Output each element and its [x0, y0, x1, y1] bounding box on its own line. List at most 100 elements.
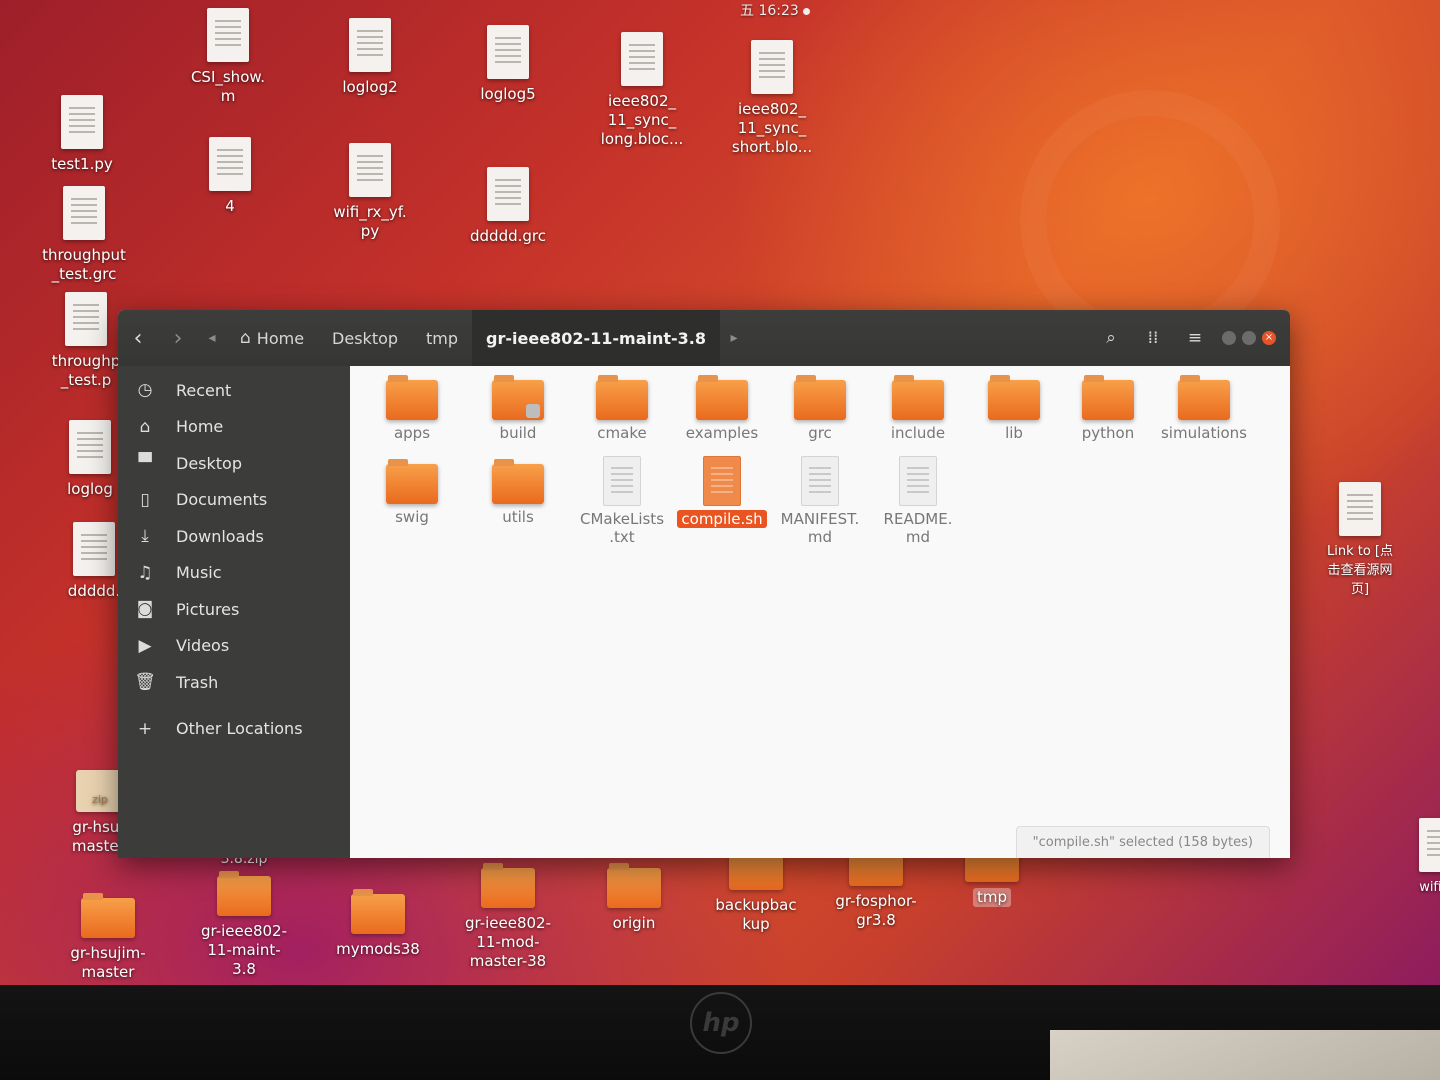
document-icon: [487, 25, 529, 79]
file-item-swig[interactable]: swig: [362, 459, 462, 526]
desktop-icon-sync-long[interactable]: ieee802_ 11_sync_ long.bloc...: [582, 32, 702, 149]
folder-icon: [386, 375, 438, 420]
document-icon: [349, 18, 391, 72]
document-icon: [73, 522, 115, 576]
text-file-icon: [899, 456, 937, 506]
desktop-icon-csi-show[interactable]: CSI_show. m: [168, 8, 288, 106]
file-item-grc[interactable]: grc: [770, 375, 870, 442]
desktop-icon-ddddd-grc[interactable]: ddddd.grc: [448, 167, 568, 246]
file-item-readme[interactable]: README. md: [868, 456, 968, 546]
home-icon: ⌂: [139, 416, 151, 437]
file-item-compile-sh[interactable]: compile.sh: [672, 456, 772, 528]
desktop-icon-loglog5[interactable]: loglog5: [448, 25, 568, 104]
file-view[interactable]: apps build cmake examples grc include li…: [350, 366, 1290, 858]
topbar-clock[interactable]: 五 16:23: [740, 0, 810, 20]
file-item-cmake[interactable]: cmake: [572, 375, 672, 442]
desktop-folder-backupbackup[interactable]: backupbac kup: [696, 845, 816, 934]
folder-icon: [217, 871, 271, 916]
close-button[interactable]: ×: [1262, 331, 1276, 345]
plus-icon: +: [137, 718, 153, 739]
search-button[interactable]: ⌕: [1090, 328, 1132, 348]
file-item-examples[interactable]: examples: [672, 375, 772, 442]
sidebar-item-other-locations[interactable]: + Other Locations: [118, 711, 350, 748]
breadcrumb-current[interactable]: gr-ieee802-11-maint-3.8: [472, 310, 720, 366]
binary-file-icon: [209, 137, 251, 191]
hamburger-icon: ≡: [1187, 328, 1203, 348]
trash-icon: 🗑: [134, 672, 156, 693]
desktop-folder-gr-ieee802-mod[interactable]: gr-ieee802- 11-mod-master-38: [448, 863, 568, 971]
desktop-icon-throughput-grc[interactable]: throughput _test.grc: [24, 186, 144, 284]
file-item-cmakelists[interactable]: CMakeLists .txt: [572, 456, 672, 546]
desktop-folder-icon: ▀: [138, 453, 152, 474]
folder-icon: [481, 863, 535, 908]
desktop-icon-link[interactable]: Link to [点 击查看源网 页]: [1300, 482, 1420, 599]
sidebar-item-music[interactable]: ♫ Music: [118, 555, 350, 592]
sidebar-item-desktop[interactable]: ▀ Desktop: [118, 445, 350, 482]
document-icon: [207, 8, 249, 62]
desktop-folder-gr-hsujim-master[interactable]: gr-hsujim-master: [48, 893, 168, 982]
search-icon: ⌕: [1106, 328, 1116, 348]
file-item-include[interactable]: include: [868, 375, 968, 442]
file-item-lib[interactable]: lib: [964, 375, 1064, 442]
file-item-manifest[interactable]: MANIFEST. md: [770, 456, 870, 546]
desktop-icon-4[interactable]: 4: [170, 137, 290, 216]
desktop-folder-gr-ieee802-maint[interactable]: gr-ieee802- 11-maint- 3.8: [184, 871, 304, 979]
file-item-simulations[interactable]: simulations: [1144, 375, 1264, 442]
document-icon: [1419, 818, 1440, 872]
document-icon: [621, 32, 663, 86]
zip-archive-icon: zip: [76, 770, 124, 812]
desktop-folder-gr-fosphor[interactable]: gr-fosphor-gr3.8: [816, 841, 936, 930]
download-icon: ⤓: [141, 526, 149, 547]
file-item-python[interactable]: python: [1058, 375, 1158, 442]
document-icon: [69, 420, 111, 474]
sidebar-item-videos[interactable]: ▶ Videos: [118, 628, 350, 665]
chevron-left-icon: ‹: [133, 325, 143, 351]
desk-surface: [1050, 1030, 1440, 1080]
text-file-icon: [801, 456, 839, 506]
minimize-button[interactable]: [1222, 331, 1236, 345]
folder-icon: [351, 889, 405, 934]
desktop-icon-test1[interactable]: test1.py: [22, 95, 142, 174]
folder-icon: [81, 893, 135, 938]
breadcrumb-desktop[interactable]: Desktop: [318, 310, 412, 366]
desktop-icon-wifi-rx-yf[interactable]: wifi_rx_yf. py: [310, 143, 430, 241]
desktop-folder-origin[interactable]: origin: [574, 863, 694, 933]
sidebar-item-trash[interactable]: 🗑 Trash: [118, 664, 350, 701]
forward-button[interactable]: ›: [158, 310, 198, 366]
desktop-icon-sync-short[interactable]: ieee802_ 11_sync_ short.blo...: [712, 40, 832, 157]
path-scroll-left[interactable]: ◂: [198, 310, 226, 366]
maximize-button[interactable]: [1242, 331, 1256, 345]
desktop-folder-mymods38[interactable]: mymods38: [318, 889, 438, 959]
document-icon: [751, 40, 793, 94]
desktop-icon-wifi-rx[interactable]: wifi_rx: [1380, 818, 1440, 897]
sidebar-item-pictures[interactable]: ◙ Pictures: [118, 591, 350, 628]
document-icon: [61, 95, 103, 149]
folder-icon: [696, 375, 748, 420]
camera-icon: ◙: [136, 599, 154, 620]
back-button[interactable]: ‹: [118, 310, 158, 366]
sidebar-item-recent[interactable]: ◷ Recent: [118, 372, 350, 409]
video-icon: ▶: [138, 635, 152, 656]
desktop-icon-loglog2[interactable]: loglog2: [310, 18, 430, 97]
path-scroll-right[interactable]: ▸: [720, 310, 748, 366]
hp-logo: hp: [690, 992, 752, 1054]
triangle-left-icon: ◂: [208, 330, 216, 346]
html-link-icon: [1339, 482, 1381, 536]
file-item-build[interactable]: build: [468, 375, 568, 442]
file-item-apps[interactable]: apps: [362, 375, 462, 442]
folder-icon: [1178, 375, 1230, 420]
sidebar-item-home[interactable]: ⌂ Home: [118, 409, 350, 446]
music-icon: ♫: [137, 562, 153, 583]
view-toggle-button[interactable]: ⁞⁞: [1132, 328, 1174, 348]
document-icon: [349, 143, 391, 197]
file-item-utils[interactable]: utils: [468, 459, 568, 526]
sidebar-item-downloads[interactable]: ⤓ Downloads: [118, 518, 350, 555]
menu-button[interactable]: ≡: [1174, 328, 1216, 348]
breadcrumb-home[interactable]: ⌂ Home: [226, 310, 318, 366]
folder-icon: [492, 459, 544, 504]
folder-icon: [988, 375, 1040, 420]
sidebar-item-documents[interactable]: ▯ Documents: [118, 482, 350, 519]
breadcrumb-tmp[interactable]: tmp: [412, 310, 472, 366]
header-bar: ‹ › ◂ ⌂ Home Desktop tmp gr-ieee802-11-ma…: [118, 310, 1290, 366]
close-icon: ×: [1264, 332, 1274, 343]
